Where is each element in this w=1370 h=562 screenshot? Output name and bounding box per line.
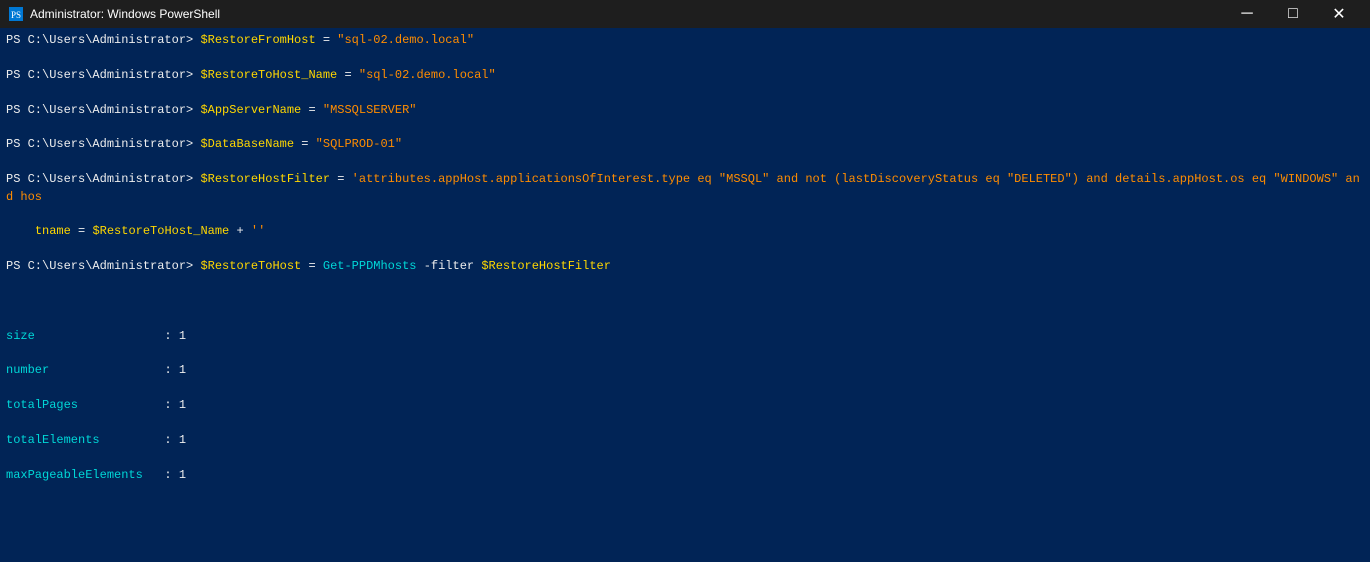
terminal-line (6, 293, 1364, 310)
maximize-button[interactable]: □ (1270, 0, 1316, 28)
terminal-line: number : 1 (6, 362, 1364, 379)
title-bar: PS Administrator: Windows PowerShell ─ □… (0, 0, 1370, 28)
terminal-line: maxPageableElements : 1 (6, 467, 1364, 484)
title-bar-icon: PS (8, 6, 24, 22)
terminal-line: size : 1 (6, 328, 1364, 345)
svg-text:PS: PS (11, 10, 21, 20)
terminal-line: totalElements : 1 (6, 432, 1364, 449)
terminal-line: PS C:\Users\Administrator> $AppServerNam… (6, 102, 1364, 119)
terminal-line: totalPages : 1 (6, 397, 1364, 414)
terminal-line: PS C:\Users\Administrator> $DataBaseName… (6, 136, 1364, 153)
minimize-button[interactable]: ─ (1224, 0, 1270, 28)
terminal-line: PS C:\Users\Administrator> $RestoreToHos… (6, 258, 1364, 275)
title-bar-controls: ─ □ ✕ (1224, 0, 1362, 28)
terminal-line (6, 502, 1364, 519)
title-bar-title: Administrator: Windows PowerShell (30, 7, 1224, 21)
close-button[interactable]: ✕ (1316, 0, 1362, 28)
terminal-line: PS C:\Users\Administrator> $RestoreToHos… (6, 67, 1364, 84)
terminal-line: PS C:\Users\Administrator> $RestoreFromH… (6, 32, 1364, 49)
terminal-line: PS C:\Users\Administrator> $RestoreHostF… (6, 171, 1364, 206)
terminal[interactable]: PS C:\Users\Administrator> $RestoreFromH… (0, 28, 1370, 562)
terminal-line (6, 536, 1364, 553)
terminal-line: tname = $RestoreToHost_Name + '' (6, 223, 1364, 240)
